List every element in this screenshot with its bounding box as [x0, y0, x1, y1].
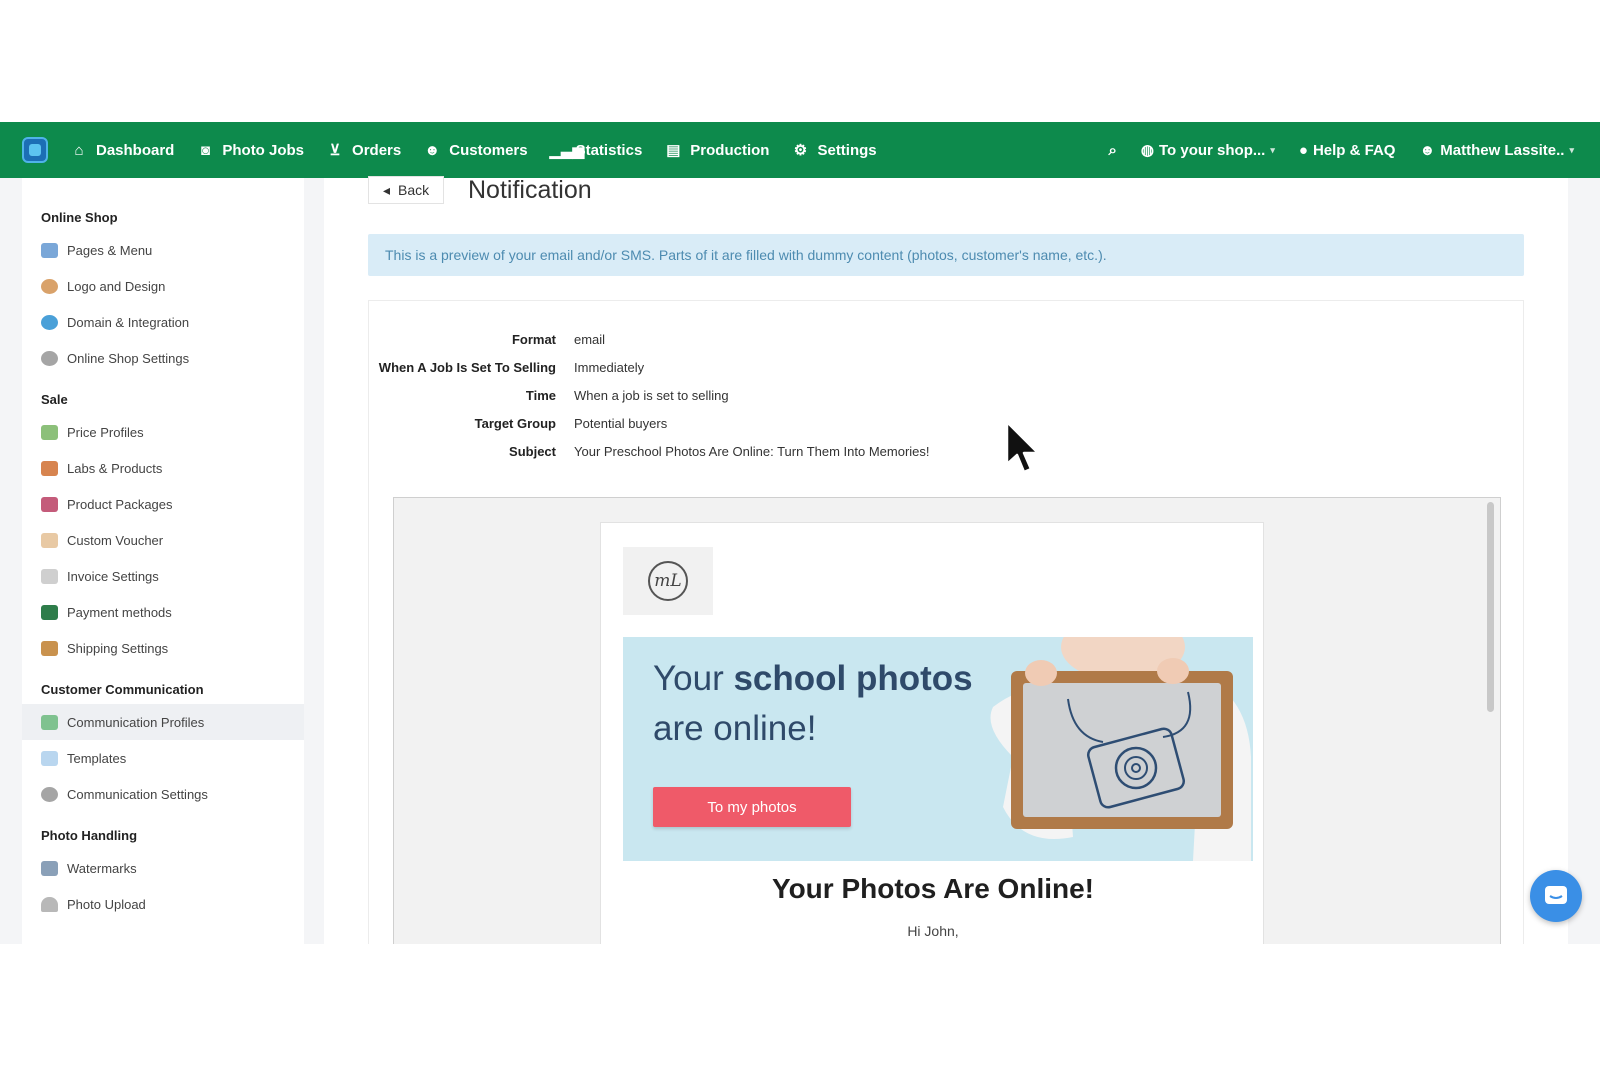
sidebar-section-title: Customer Communication: [41, 682, 204, 697]
sidebar-item-photo-upload[interactable]: Photo Upload: [22, 886, 304, 922]
invoice-icon: [41, 568, 58, 584]
shipping-box-icon: [41, 640, 58, 656]
info-icon: ●: [1298, 141, 1308, 159]
nav-orders[interactable]: ⊻ Orders: [326, 141, 402, 160]
sidebar-item-labs-products[interactable]: Labs & Products: [22, 450, 304, 486]
child-with-chalkboard-image: [973, 637, 1253, 861]
user-menu[interactable]: ☻ Matthew Lassite.. ▾: [1419, 142, 1574, 159]
caret-down-icon: ▾: [1569, 144, 1574, 155]
printer-icon: ▤: [666, 142, 681, 159]
gear-icon: ⚙: [793, 142, 808, 159]
banner-headline-line2: are online!: [653, 709, 817, 748]
bar-chart-icon: ▁▃▅: [549, 142, 585, 159]
notification-details-card: Format email When A Job Is Set To Sellin…: [368, 300, 1524, 944]
sidebar-item-templates[interactable]: Templates: [22, 740, 304, 776]
globe-icon: [41, 314, 58, 330]
sidebar-item-product-packages[interactable]: Product Packages: [22, 486, 304, 522]
sitemap-icon: [41, 242, 58, 258]
detail-row-target-group: Target Group Potential buyers: [474, 416, 668, 431]
preview-info-alert: This is a preview of your email and/or S…: [368, 234, 1524, 276]
brand-logo-icon: mL: [648, 561, 688, 601]
detail-row-format: Format email: [511, 332, 606, 347]
chat-icon: [1545, 886, 1567, 904]
preview-scrollbar[interactable]: [1487, 502, 1494, 712]
gear-icon: [41, 350, 58, 366]
palette-icon: [41, 278, 58, 294]
mouse-cursor-icon: [1005, 420, 1040, 474]
sidebar-item-shipping-settings[interactable]: Shipping Settings: [22, 630, 304, 666]
sidebar-section-title: Photo Handling: [41, 828, 138, 843]
top-navigation: ⌂ Dashboard ◙ Photo Jobs ⊻ Orders ☻ Cust…: [0, 122, 1600, 178]
details-list: Format email When A Job Is Set To Sellin…: [369, 331, 1069, 471]
sidebar-section-title: Sale: [41, 392, 68, 407]
search-icon: ⌕: [1108, 141, 1117, 159]
cart-icon: ⊻: [329, 142, 341, 159]
watermark-icon: [41, 860, 58, 876]
caret-down-icon: ▾: [1270, 144, 1275, 155]
box-icon: [41, 460, 58, 476]
profile-card-icon: [41, 714, 58, 730]
app-logo-icon[interactable]: [22, 137, 48, 163]
camera-icon: ◙: [200, 141, 210, 159]
gear-icon: [41, 786, 58, 802]
nav-photo-jobs[interactable]: ◙ Photo Jobs: [196, 142, 304, 159]
shop-link[interactable]: ◍ To your shop... ▾: [1140, 141, 1275, 160]
sidebar-item-custom-voucher[interactable]: Custom Voucher: [22, 522, 304, 558]
sidebar-item-online-shop-settings[interactable]: Online Shop Settings: [22, 340, 304, 376]
sidebar: Online Shop Pages & Menu Logo and Design…: [22, 178, 304, 944]
sidebar-item-payment-methods[interactable]: Payment methods: [22, 594, 304, 630]
email-logo: mL: [623, 547, 713, 615]
email-body: mL Your school photos are online! To my …: [600, 522, 1264, 944]
sidebar-item-invoice-settings[interactable]: Invoice Settings: [22, 558, 304, 594]
detail-row-subject: Subject Your Preschool Photos Are Online…: [509, 444, 930, 459]
cloud-upload-icon: [41, 896, 58, 912]
email-banner: Your school photos are online! To my pho…: [623, 637, 1253, 861]
help-link[interactable]: ● Help & FAQ: [1299, 142, 1396, 159]
globe-icon: ◍: [1140, 142, 1154, 159]
nav-production[interactable]: ▤ Production: [664, 141, 769, 160]
nav-customers[interactable]: ☻ Customers: [423, 142, 527, 159]
user-icon: ☻: [424, 141, 441, 159]
nav-dashboard[interactable]: ⌂ Dashboard: [70, 142, 174, 159]
package-icon: [41, 496, 58, 512]
price-tag-icon: [41, 424, 58, 440]
sidebar-item-communication-profiles[interactable]: Communication Profiles: [22, 704, 304, 740]
email-preview-frame[interactable]: mL Your school photos are online! To my …: [393, 497, 1501, 944]
sidebar-item-logo-design[interactable]: Logo and Design: [22, 268, 304, 304]
back-button[interactable]: ◂ Back: [368, 176, 445, 204]
template-icon: [41, 750, 58, 766]
nav-settings[interactable]: ⚙ Settings: [791, 141, 877, 160]
sidebar-item-pages-menu[interactable]: Pages & Menu: [22, 232, 304, 268]
sidebar-item-communication-settings[interactable]: Communication Settings: [22, 776, 304, 812]
to-my-photos-button[interactable]: To my photos: [653, 787, 851, 827]
sidebar-section-title: Online Shop: [41, 210, 118, 225]
search-button[interactable]: ⌕: [1108, 142, 1116, 159]
sidebar-item-domain-integration[interactable]: Domain & Integration: [22, 304, 304, 340]
home-icon: ⌂: [74, 141, 84, 159]
user-icon: ☻: [1419, 141, 1436, 159]
banner-headline: Your school photos: [653, 659, 973, 698]
page-title: Notification: [468, 176, 592, 204]
app-window: ⌂ Dashboard ◙ Photo Jobs ⊻ Orders ☻ Cust…: [0, 122, 1600, 944]
caret-left-icon: ◂: [383, 181, 391, 198]
main-content: ◂ Back Notification This is a preview of…: [324, 176, 1568, 944]
email-heading: Your Photos Are Online!: [771, 873, 1094, 904]
detail-row-time: Time When a job is set to selling: [525, 388, 729, 403]
email-greeting: Hi John,: [907, 923, 959, 939]
sidebar-item-price-profiles[interactable]: Price Profiles: [22, 414, 304, 450]
chat-button[interactable]: [1530, 870, 1582, 922]
voucher-icon: [41, 532, 58, 548]
sidebar-item-watermarks[interactable]: Watermarks: [22, 850, 304, 886]
money-icon: [41, 604, 58, 620]
nav-statistics[interactable]: ▁▃▅ Statistics: [549, 141, 643, 160]
detail-row-when: When A Job Is Set To Selling Immediately: [378, 360, 645, 375]
